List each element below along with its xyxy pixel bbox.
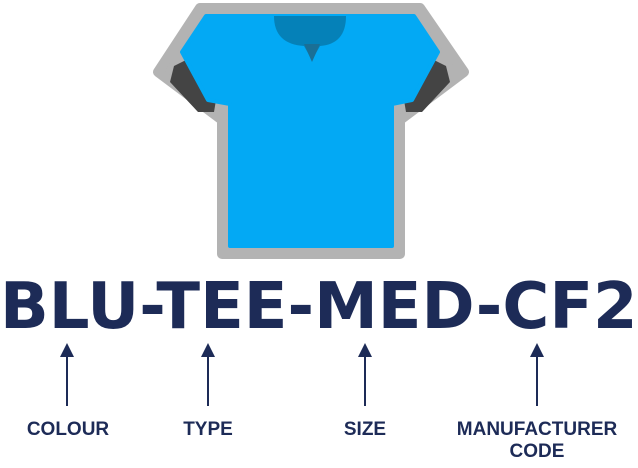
label-manufacturer-line2: CODE bbox=[509, 441, 565, 462]
label-manufacturer-line1: MANUFACTURER bbox=[456, 419, 618, 440]
sku-diagram: BLU-TEE-MED-CF26 COLOUR TYPE SIZE MANUFA… bbox=[0, 0, 638, 468]
label-manufacturer-code: MANUFACTURER CODE bbox=[432, 419, 638, 463]
label-colour: COLOUR bbox=[26, 419, 110, 440]
label-size: SIZE bbox=[343, 419, 387, 440]
label-type: TYPE bbox=[183, 419, 233, 440]
arrows-group bbox=[60, 343, 544, 406]
